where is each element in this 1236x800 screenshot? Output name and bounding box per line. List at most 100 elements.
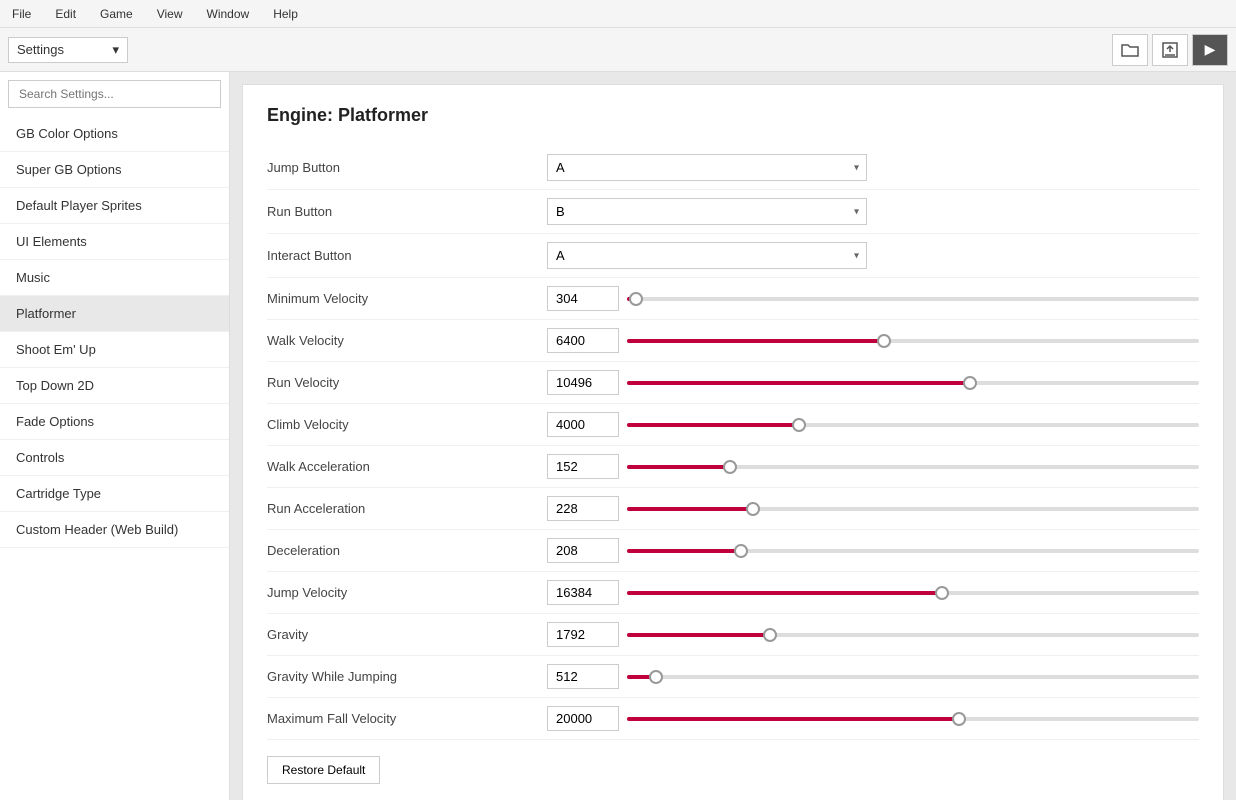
num-input-minimum-velocity[interactable] bbox=[547, 286, 619, 311]
sidebar-item-platformer[interactable]: Platformer bbox=[0, 296, 229, 332]
num-input-jump-velocity[interactable] bbox=[547, 580, 619, 605]
setting-row-1: Run ButtonABStartSelect▾ bbox=[267, 190, 1199, 234]
slider-fill-11 bbox=[627, 633, 770, 637]
slider-thumb-7[interactable] bbox=[723, 460, 737, 474]
slider-container-8[interactable] bbox=[627, 507, 1199, 511]
menu-game[interactable]: Game bbox=[96, 5, 137, 23]
num-input-walk-acceleration[interactable] bbox=[547, 454, 619, 479]
slider-track-10 bbox=[627, 591, 1199, 595]
select-wrapper-1: ABStartSelect▾ bbox=[547, 198, 867, 225]
setting-label-12: Gravity While Jumping bbox=[267, 669, 547, 684]
slider-track-7 bbox=[627, 465, 1199, 469]
slider-thumb-13[interactable] bbox=[952, 712, 966, 726]
num-input-walk-velocity[interactable] bbox=[547, 328, 619, 353]
setting-select-interact-button[interactable]: ABStartSelect bbox=[547, 242, 867, 269]
sidebar-item-music[interactable]: Music bbox=[0, 260, 229, 296]
sidebar-item-gb-color-options[interactable]: GB Color Options bbox=[0, 116, 229, 152]
sidebar-item-top-down-2d[interactable]: Top Down 2D bbox=[0, 368, 229, 404]
slider-thumb-10[interactable] bbox=[935, 586, 949, 600]
num-input-run-velocity[interactable] bbox=[547, 370, 619, 395]
menu-file[interactable]: File bbox=[8, 5, 35, 23]
slider-thumb-9[interactable] bbox=[734, 544, 748, 558]
platformer-title: Engine: Platformer bbox=[267, 105, 1199, 126]
slider-track-11 bbox=[627, 633, 1199, 637]
num-input-climb-velocity[interactable] bbox=[547, 412, 619, 437]
setting-label-9: Deceleration bbox=[267, 543, 547, 558]
setting-row-7: Walk Acceleration bbox=[267, 446, 1199, 488]
sidebar-item-fade-options[interactable]: Fade Options bbox=[0, 404, 229, 440]
menu-window[interactable]: Window bbox=[203, 5, 254, 23]
play-icon: ▶ bbox=[1205, 41, 1216, 58]
slider-fill-5 bbox=[627, 381, 970, 385]
settings-dropdown-label: Settings bbox=[17, 42, 64, 57]
slider-track-12 bbox=[627, 675, 1199, 679]
setting-select-run-button[interactable]: ABStartSelect bbox=[547, 198, 867, 225]
setting-control-9 bbox=[547, 538, 1199, 563]
slider-container-9[interactable] bbox=[627, 549, 1199, 553]
slider-track-9 bbox=[627, 549, 1199, 553]
setting-control-5 bbox=[547, 370, 1199, 395]
toolbar-right: ▶ bbox=[1112, 34, 1228, 66]
slider-thumb-6[interactable] bbox=[792, 418, 806, 432]
sidebar-item-custom-header-(web-build)[interactable]: Custom Header (Web Build) bbox=[0, 512, 229, 548]
setting-control-10 bbox=[547, 580, 1199, 605]
slider-fill-9 bbox=[627, 549, 741, 553]
setting-row-8: Run Acceleration bbox=[267, 488, 1199, 530]
num-input-run-acceleration[interactable] bbox=[547, 496, 619, 521]
slider-container-5[interactable] bbox=[627, 381, 1199, 385]
slider-track-8 bbox=[627, 507, 1199, 511]
sidebar-item-controls[interactable]: Controls bbox=[0, 440, 229, 476]
setting-label-8: Run Acceleration bbox=[267, 501, 547, 516]
slider-thumb-11[interactable] bbox=[763, 628, 777, 642]
toolbar: Settings ▾ ▶ bbox=[0, 28, 1236, 72]
num-input-maximum-fall-velocity[interactable] bbox=[547, 706, 619, 731]
play-button[interactable]: ▶ bbox=[1192, 34, 1228, 66]
menu-edit[interactable]: Edit bbox=[51, 5, 80, 23]
search-input[interactable] bbox=[8, 80, 221, 108]
sidebar-item-shoot-em'-up[interactable]: Shoot Em' Up bbox=[0, 332, 229, 368]
slider-container-3[interactable] bbox=[627, 297, 1199, 301]
sidebar-item-ui-elements[interactable]: UI Elements bbox=[0, 224, 229, 260]
slider-container-7[interactable] bbox=[627, 465, 1199, 469]
slider-thumb-12[interactable] bbox=[649, 670, 663, 684]
slider-container-4[interactable] bbox=[627, 339, 1199, 343]
slider-thumb-3[interactable] bbox=[629, 292, 643, 306]
slider-container-6[interactable] bbox=[627, 423, 1199, 427]
setting-control-13 bbox=[547, 706, 1199, 731]
setting-row-12: Gravity While Jumping bbox=[267, 656, 1199, 698]
slider-container-13[interactable] bbox=[627, 717, 1199, 721]
slider-thumb-4[interactable] bbox=[877, 334, 891, 348]
settings-dropdown[interactable]: Settings ▾ bbox=[8, 37, 128, 63]
setting-row-4: Walk Velocity bbox=[267, 320, 1199, 362]
folder-icon bbox=[1121, 42, 1139, 58]
content-area[interactable]: Engine: Platformer Jump ButtonABStartSel… bbox=[230, 72, 1236, 800]
num-input-deceleration[interactable] bbox=[547, 538, 619, 563]
num-input-gravity[interactable] bbox=[547, 622, 619, 647]
open-folder-button[interactable] bbox=[1112, 34, 1148, 66]
sidebar-item-cartridge-type[interactable]: Cartridge Type bbox=[0, 476, 229, 512]
sidebar-item-super-gb-options[interactable]: Super GB Options bbox=[0, 152, 229, 188]
export-button[interactable] bbox=[1152, 34, 1188, 66]
slider-track-5 bbox=[627, 381, 1199, 385]
slider-container-10[interactable] bbox=[627, 591, 1199, 595]
slider-fill-6 bbox=[627, 423, 799, 427]
menu-bar: File Edit Game View Window Help bbox=[0, 0, 1236, 28]
setting-row-13: Maximum Fall Velocity bbox=[267, 698, 1199, 740]
restore-default-button[interactable]: Restore Default bbox=[267, 756, 380, 784]
setting-control-0: ABStartSelect▾ bbox=[547, 154, 1199, 181]
chevron-down-icon: ▾ bbox=[112, 42, 119, 58]
slider-thumb-5[interactable] bbox=[963, 376, 977, 390]
setting-control-8 bbox=[547, 496, 1199, 521]
setting-control-3 bbox=[547, 286, 1199, 311]
setting-select-jump-button[interactable]: ABStartSelect bbox=[547, 154, 867, 181]
export-icon bbox=[1162, 42, 1178, 58]
menu-help[interactable]: Help bbox=[269, 5, 302, 23]
num-input-gravity-while-jumping[interactable] bbox=[547, 664, 619, 689]
slider-container-11[interactable] bbox=[627, 633, 1199, 637]
menu-view[interactable]: View bbox=[153, 5, 187, 23]
slider-thumb-8[interactable] bbox=[746, 502, 760, 516]
slider-track-4 bbox=[627, 339, 1199, 343]
platformer-panel: Engine: Platformer Jump ButtonABStartSel… bbox=[242, 84, 1224, 800]
slider-container-12[interactable] bbox=[627, 675, 1199, 679]
sidebar-item-default-player-sprites[interactable]: Default Player Sprites bbox=[0, 188, 229, 224]
